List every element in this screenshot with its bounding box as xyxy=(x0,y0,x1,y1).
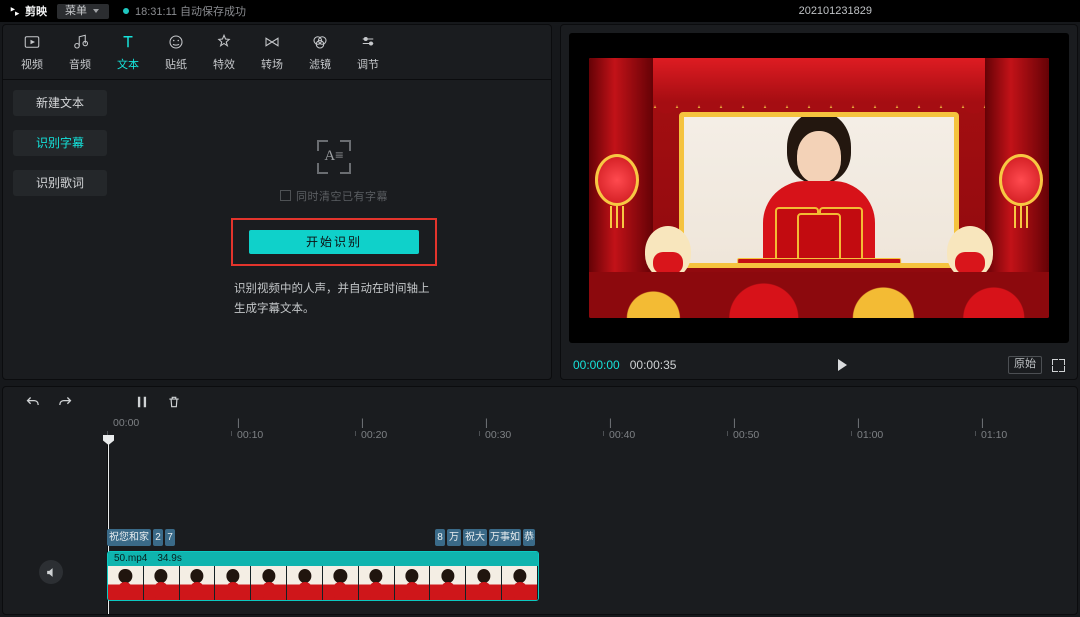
clip-thumbnail xyxy=(430,566,466,600)
clip-thumbnail xyxy=(287,566,323,600)
preview-frame: x365北京外国语附属苏州湾实… xyxy=(589,58,1049,318)
mute-button[interactable] xyxy=(39,560,63,584)
autosave-text: 18:31:11 自动保存成功 xyxy=(135,3,246,19)
clip-filename: 50.mp4 xyxy=(114,552,147,566)
side-item-subtitle[interactable]: 识别字幕 xyxy=(13,130,107,156)
library-panel: 视频 音频 文本 贴纸 特效 转场 滤镜 调节 新建文本识别字幕识别歌词 A≡ 同时清空已有字… xyxy=(2,24,552,380)
preview-caption: x365北京外国语附属苏州湾实… xyxy=(737,258,901,268)
undo-button[interactable] xyxy=(25,395,40,410)
chevron-down-icon xyxy=(93,9,99,13)
subtitle-clip[interactable]: 祝大 xyxy=(463,529,487,546)
current-time: 00:00:00 xyxy=(573,358,620,372)
audio-icon xyxy=(70,32,90,52)
subtitle-clip[interactable]: 万事如 xyxy=(489,529,521,546)
titlebar: 剪映 菜单 18:31:11 自动保存成功 202101231829 xyxy=(0,0,1080,22)
clip-thumbnail xyxy=(108,566,144,600)
media-tab-transition[interactable]: 转场 xyxy=(249,32,295,72)
text-submenu: 新建文本识别字幕识别歌词 xyxy=(3,80,117,379)
video-track[interactable]: 50.mp4 34.9s xyxy=(107,551,1065,599)
lantern-icon xyxy=(595,154,639,206)
subtitle-track[interactable]: 祝您和家27 8万祝大万事如恭 xyxy=(107,529,1065,546)
text-scan-icon: A≡ xyxy=(317,140,351,174)
fullscreen-button[interactable] xyxy=(1052,359,1065,372)
split-button[interactable] xyxy=(135,395,149,409)
clip-thumbnail xyxy=(466,566,502,600)
media-tab-video[interactable]: 视频 xyxy=(9,32,55,72)
clip-thumbnail xyxy=(502,566,538,600)
checkbox-icon[interactable] xyxy=(280,190,291,201)
media-tab-label: 调节 xyxy=(357,56,379,72)
subtitle-clip[interactable]: 恭 xyxy=(523,529,535,546)
subtitle-clip[interactable]: 7 xyxy=(165,529,175,546)
clip-thumbnail xyxy=(180,566,216,600)
video-clip[interactable]: 50.mp4 34.9s xyxy=(107,551,539,601)
clear-existing-hint: 同时清空已有字幕 xyxy=(280,188,388,204)
clip-duration: 34.9s xyxy=(157,552,181,566)
project-name: 202101231829 xyxy=(799,5,872,17)
tracks-area[interactable]: 祝您和家27 8万祝大万事如恭 50.mp4 34.9s xyxy=(3,437,1077,614)
media-tab-label: 特效 xyxy=(213,56,235,72)
fx-icon xyxy=(214,32,234,52)
media-tab-label: 转场 xyxy=(261,56,283,72)
preview-panel: x365北京外国语附属苏州湾实… 00:00:00 00:00:35 原始 xyxy=(560,24,1078,380)
video-preview[interactable]: x365北京外国语附属苏州湾实… xyxy=(569,33,1069,343)
media-tab-label: 文本 xyxy=(117,56,139,72)
status-dot-icon xyxy=(123,8,129,14)
app-name: 剪映 xyxy=(25,3,47,19)
media-tab-label: 滤镜 xyxy=(309,56,331,72)
subtitle-clip[interactable]: 8 xyxy=(435,529,445,546)
menu-label: 菜单 xyxy=(65,4,87,19)
video-icon xyxy=(22,32,42,52)
menu-button[interactable]: 菜单 xyxy=(57,4,109,19)
subtitle-clip[interactable]: 万 xyxy=(447,529,461,546)
track-gutter xyxy=(3,437,108,614)
mascot-icon xyxy=(947,226,993,278)
subtitle-clip[interactable]: 祝您和家 xyxy=(107,529,151,546)
clip-thumbnail xyxy=(395,566,431,600)
subtitle-recognize-pane: A≡ 同时清空已有字幕 开始识别 识别视频中的人声，并自动在时间轴上生成字幕文本… xyxy=(117,80,551,379)
transition-icon xyxy=(262,32,282,52)
media-tabs: 视频 音频 文本 贴纸 特效 转场 滤镜 调节 xyxy=(3,25,551,80)
redo-button[interactable] xyxy=(58,395,73,410)
logo-icon xyxy=(8,5,21,18)
timeline-toolbar xyxy=(3,387,1077,417)
media-tab-fx[interactable]: 特效 xyxy=(201,32,247,72)
media-tab-text[interactable]: 文本 xyxy=(105,32,151,72)
lantern-icon xyxy=(999,154,1043,206)
clip-thumbnail xyxy=(359,566,395,600)
media-tab-label: 贴纸 xyxy=(165,56,187,72)
clip-thumbnail xyxy=(215,566,251,600)
adjust-icon xyxy=(358,32,378,52)
media-tab-sticker[interactable]: 贴纸 xyxy=(153,32,199,72)
side-item-new[interactable]: 新建文本 xyxy=(13,90,107,116)
side-item-lyrics[interactable]: 识别歌词 xyxy=(13,170,107,196)
preview-controls: 00:00:00 00:00:35 原始 xyxy=(561,351,1077,379)
media-tab-adjust[interactable]: 调节 xyxy=(345,32,391,72)
delete-button[interactable] xyxy=(167,395,181,409)
media-tab-filter[interactable]: 滤镜 xyxy=(297,32,343,72)
time-ruler[interactable]: 00:00| 00:10| 00:20| 00:30| 00:40| 00:50… xyxy=(107,417,1077,437)
play-button[interactable] xyxy=(838,359,847,371)
subtitle-clip[interactable]: 2 xyxy=(153,529,163,546)
clip-thumbnail xyxy=(144,566,180,600)
start-recognize-button[interactable]: 开始识别 xyxy=(249,230,419,254)
app-logo: 剪映 xyxy=(8,3,47,19)
sticker-icon xyxy=(166,32,186,52)
recognize-description: 识别视频中的人声，并自动在时间轴上生成字幕文本。 xyxy=(234,280,434,319)
text-icon xyxy=(118,32,138,52)
clip-thumbnail xyxy=(323,566,359,600)
timeline-panel: 00:00| 00:10| 00:20| 00:30| 00:40| 00:50… xyxy=(2,386,1078,615)
media-tab-audio[interactable]: 音频 xyxy=(57,32,103,72)
total-duration: 00:00:35 xyxy=(630,358,677,372)
filter-icon xyxy=(310,32,330,52)
mascot-icon xyxy=(645,226,691,278)
media-tab-label: 音频 xyxy=(69,56,91,72)
clip-thumbnail xyxy=(251,566,287,600)
tutorial-highlight: 开始识别 xyxy=(231,218,437,266)
original-ratio-button[interactable]: 原始 xyxy=(1008,356,1042,374)
media-tab-label: 视频 xyxy=(21,56,43,72)
